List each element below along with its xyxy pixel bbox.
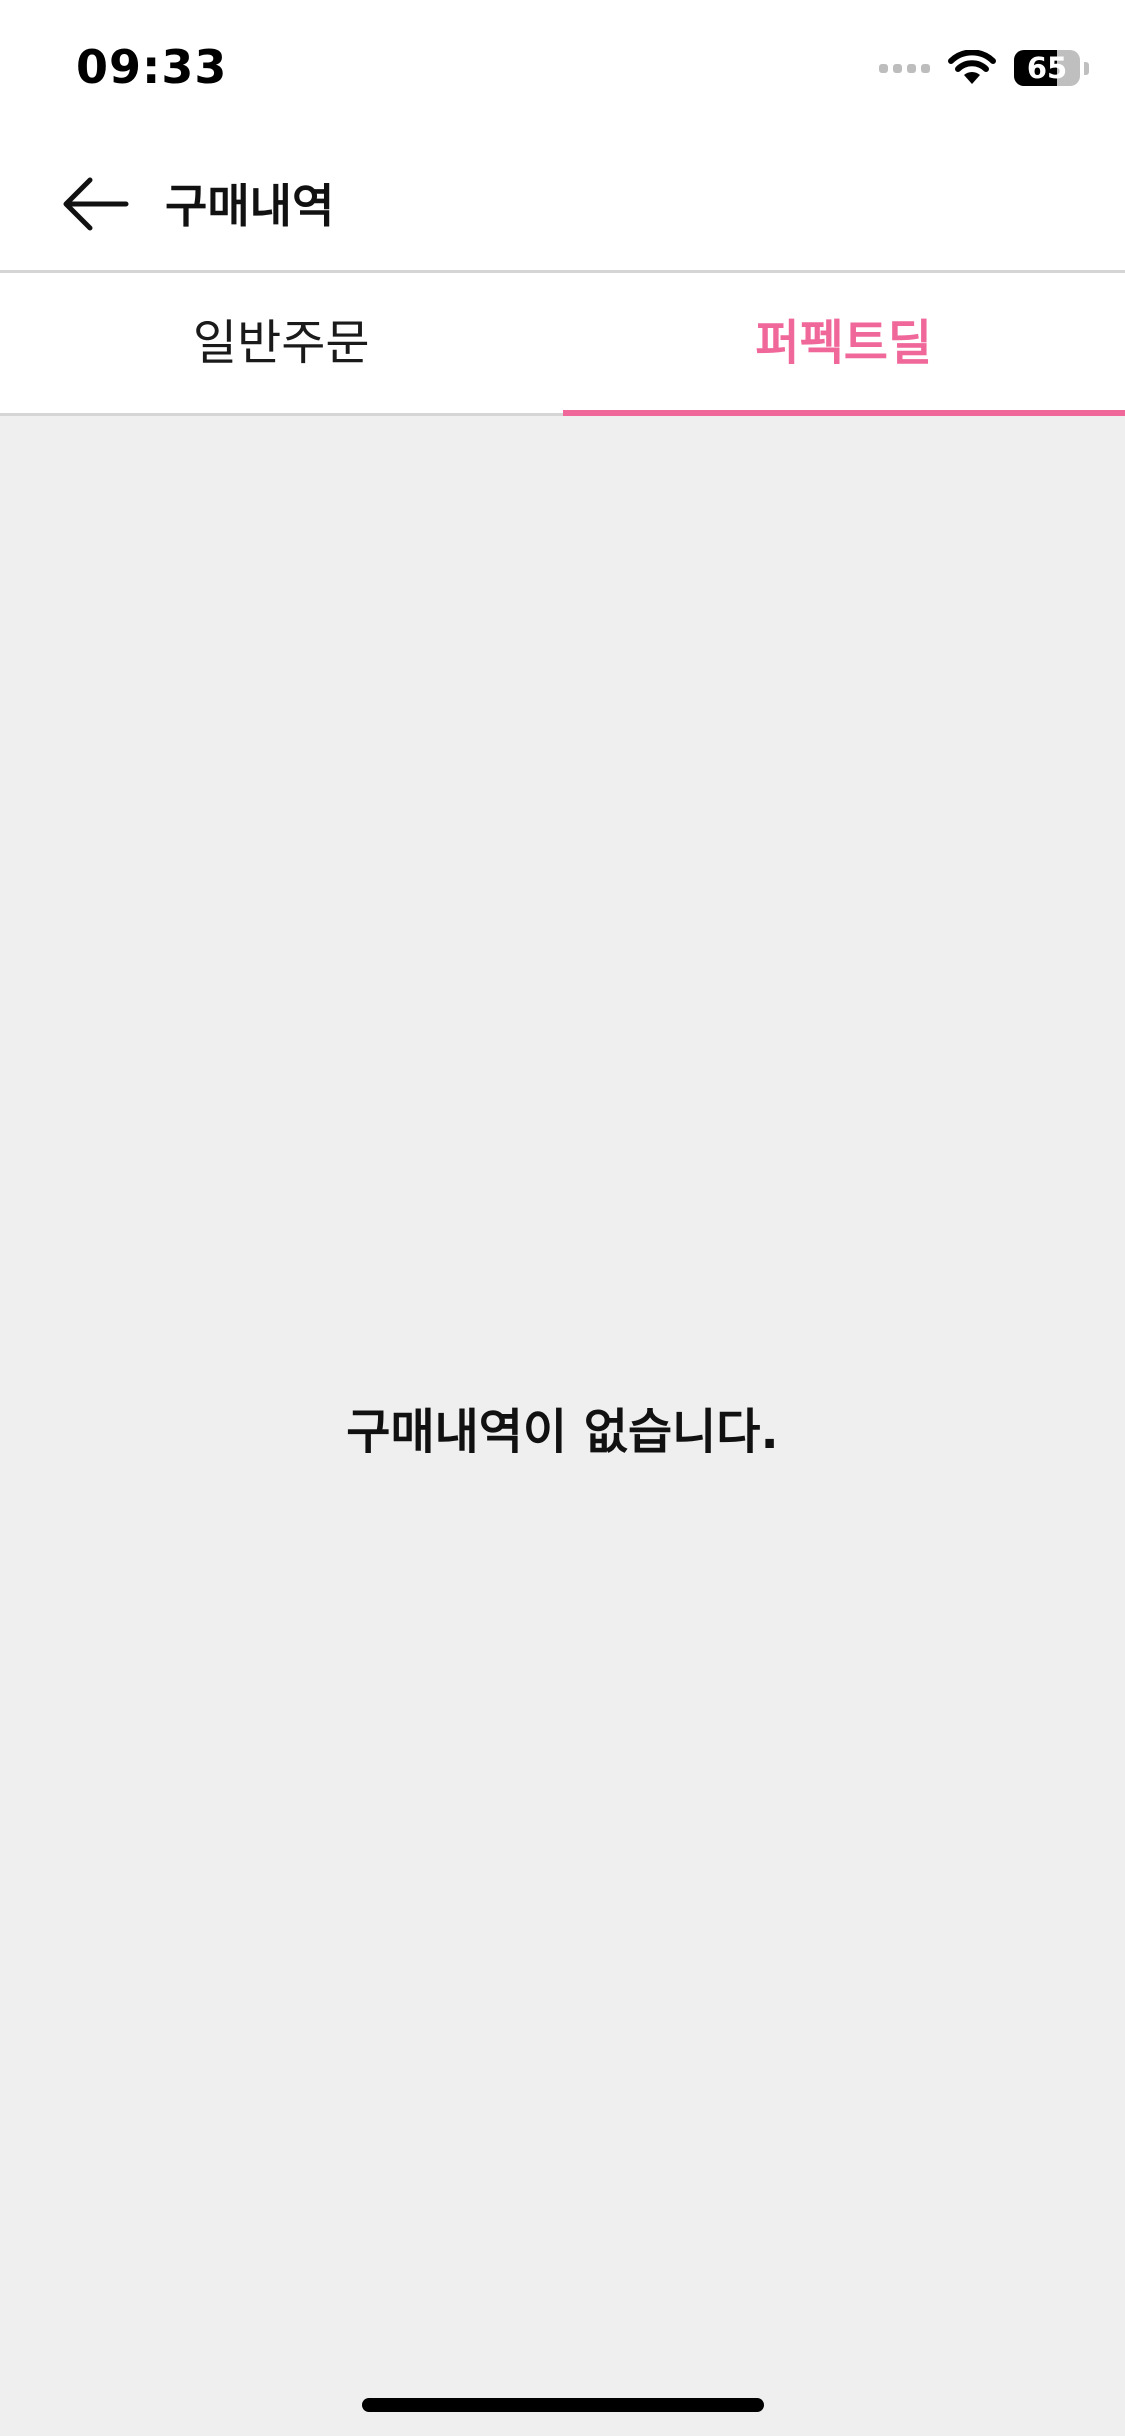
battery-icon: 65: [1014, 50, 1080, 86]
battery-level: 65: [1026, 51, 1068, 85]
wifi-icon: [948, 50, 996, 84]
cellular-signal-icon: [879, 63, 930, 73]
tab-bar: 일반주문 퍼펙트딜: [0, 273, 1125, 416]
arrow-left-icon: [63, 177, 129, 231]
tab-perfect-deal-label: 퍼펙트딜: [755, 315, 933, 371]
app-header: 구매내역: [0, 136, 1125, 273]
tab-general-order[interactable]: 일반주문: [0, 273, 563, 413]
tab-general-order-label: 일반주문: [192, 315, 370, 371]
status-bar: 09:33 65: [0, 0, 1125, 136]
empty-state-message: 구매내역이 없습니다.: [346, 1404, 779, 1460]
home-indicator: [362, 2398, 764, 2412]
status-icons: 65: [879, 46, 1089, 90]
page-title: 구매내역: [165, 179, 335, 233]
back-button[interactable]: [60, 172, 132, 236]
main-content: 구매내역이 없습니다.: [0, 416, 1125, 2436]
battery-cap: [1084, 61, 1089, 75]
tab-perfect-deal[interactable]: 퍼펙트딜: [562, 273, 1125, 416]
status-time: 09:33: [76, 40, 228, 94]
